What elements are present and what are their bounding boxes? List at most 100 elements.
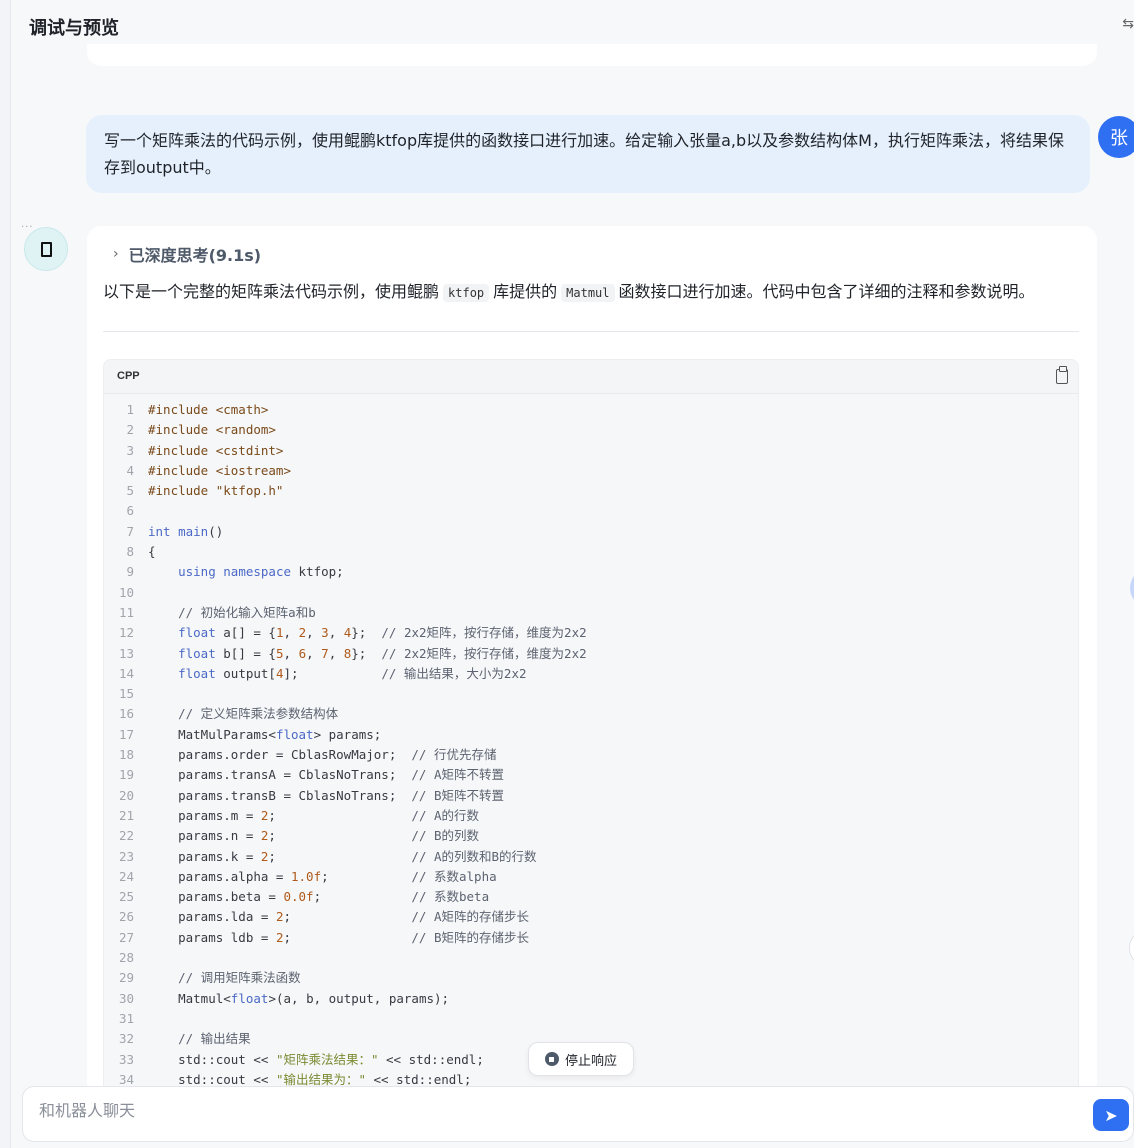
code-text: #include <random> bbox=[148, 422, 276, 438]
scroll-down-button[interactable] bbox=[1129, 928, 1134, 968]
thinking-toggle[interactable]: › 已深度思考(9.1s) bbox=[113, 242, 261, 266]
send-button[interactable]: ➤ bbox=[1093, 1099, 1129, 1131]
code-line: 21 params.m = 2; // A的行数 bbox=[104, 806, 1078, 826]
user-message-bubble: 写一个矩阵乘法的代码示例，使用鲲鹏ktfop库提供的函数接口进行加速。给定输入张… bbox=[86, 115, 1090, 193]
line-number: 33 bbox=[118, 1051, 134, 1067]
code-block: CPP 1 #include <cmath> 2 #include <random> 3… bbox=[103, 359, 1079, 1096]
line-number: 16 bbox=[118, 706, 134, 722]
code-line: 31 bbox=[104, 1009, 1078, 1029]
line-number: 19 bbox=[118, 767, 134, 783]
inline-code-ktfop: ktfop bbox=[443, 284, 490, 302]
code-line: 15 bbox=[104, 684, 1078, 704]
line-number: 7 bbox=[126, 523, 134, 539]
code-line: 19 params.transA = CblasNoTrans; // A矩阵不… bbox=[104, 765, 1078, 785]
code-text: // 调用矩阵乘法函数 bbox=[178, 970, 301, 986]
code-language-label: CPP bbox=[117, 370, 140, 382]
code-text: int main() bbox=[148, 523, 224, 539]
stop-response-button[interactable]: 停止响应 bbox=[528, 1042, 634, 1076]
code-text: MatMulParams<float> params; bbox=[148, 726, 382, 742]
code-line: 1 #include <cmath> bbox=[104, 400, 1078, 420]
code-text: std::cout << "矩阵乘法结果：" << std::endl; bbox=[148, 1051, 484, 1067]
line-number: 8 bbox=[126, 544, 134, 560]
line-number: 6 bbox=[126, 503, 134, 519]
stop-icon bbox=[544, 1052, 559, 1066]
intro-text-2: 库提供的 bbox=[493, 282, 558, 301]
code-text: float b[] = {5, 6, 7, 8}; // 2x2矩阵，按行存储，… bbox=[178, 645, 587, 661]
code-line: 5 #include "ktfop.h" bbox=[104, 481, 1078, 501]
code-line: 11 // 初始化输入矩阵a和b bbox=[104, 603, 1078, 623]
copy-icon[interactable] bbox=[1056, 366, 1068, 384]
previous-message-card bbox=[87, 44, 1097, 66]
code-text: #include <iostream> bbox=[148, 462, 291, 478]
code-text: #include <cstdint> bbox=[148, 442, 284, 458]
bot-glyph-icon bbox=[40, 241, 52, 257]
bot-message-card: › 已深度思考(9.1s) 以下是一个完整的矩阵乘法代码示例，使用鲲鹏 ktfop… bbox=[87, 226, 1097, 1096]
line-number: 15 bbox=[118, 686, 134, 702]
code-line: 3 #include <cstdint> bbox=[104, 441, 1078, 461]
code-text: params ldb = 2; // B矩阵的存储步长 bbox=[148, 929, 530, 945]
intro-text-1: 以下是一个完整的矩阵乘法代码示例，使用鲲鹏 bbox=[103, 282, 440, 301]
chat-input-bar: ➤ bbox=[22, 1086, 1134, 1142]
code-line: 7 int main() bbox=[104, 522, 1078, 542]
line-number: 1 bbox=[126, 402, 134, 417]
code-line: 29 // 调用矩阵乘法函数 bbox=[104, 968, 1078, 988]
line-number: 27 bbox=[118, 929, 134, 945]
code-text: params.n = 2; // B的列数 bbox=[148, 828, 480, 844]
code-line: 13 float b[] = {5, 6, 7, 8}; // 2x2矩阵，按行… bbox=[104, 644, 1078, 664]
code-text: #include "ktfop.h" bbox=[148, 483, 284, 499]
side-float-button[interactable] bbox=[1130, 568, 1134, 608]
line-number: 10 bbox=[118, 584, 134, 600]
code-line: 24 params.alpha = 1.0f; // 系数alpha bbox=[104, 867, 1078, 887]
code-text: params.transA = CblasNoTrans; // A矩阵不转置 bbox=[148, 767, 505, 783]
code-lines: 1 #include <cmath> 2 #include <random> 3 #inc… bbox=[104, 394, 1078, 1090]
code-line: 14 float output[4]; // 输出结果，大小为2x2 bbox=[104, 664, 1078, 684]
line-number: 18 bbox=[118, 747, 134, 763]
intro-text-3: 函数接口进行加速。代码中包含了详细的注释和参数说明。 bbox=[618, 282, 1035, 301]
chat-panel: 调试与预览 ⇆ 写一个矩阵乘法的代码示例，使用鲲鹏ktfop库提供的函数接口进行… bbox=[10, 0, 1134, 1148]
code-text: float a[] = {1, 2, 3, 4}; // 2x2矩阵，按行存储，… bbox=[178, 625, 587, 641]
code-text: params.transB = CblasNoTrans; // B矩阵不转置 bbox=[148, 787, 505, 803]
code-line: 18 params.order = CblasRowMajor; // 行优先存… bbox=[104, 745, 1078, 765]
code-line: 28 bbox=[104, 948, 1078, 968]
page-title: 调试与预览 bbox=[29, 18, 119, 39]
line-number: 12 bbox=[118, 625, 134, 641]
send-icon: ➤ bbox=[1104, 1105, 1118, 1125]
code-text: params.m = 2; // A的行数 bbox=[148, 807, 480, 823]
line-number: 26 bbox=[118, 909, 134, 925]
code-text: params.lda = 2; // A矩阵的存储步长 bbox=[148, 909, 530, 925]
line-number: 17 bbox=[118, 726, 134, 742]
code-line: 30 Matmul<float>(a, b, output, params); bbox=[104, 989, 1078, 1009]
code-text: using namespace ktfop; bbox=[178, 564, 344, 580]
code-text: params.k = 2; // A的列数和B的行数 bbox=[148, 848, 537, 864]
code-line: 16 // 定义矩阵乘法参数结构体 bbox=[104, 704, 1078, 724]
code-line: 22 params.n = 2; // B的列数 bbox=[104, 826, 1078, 846]
chevron-right-icon: › bbox=[113, 246, 119, 262]
line-number: 23 bbox=[118, 848, 134, 864]
divider bbox=[103, 331, 1079, 332]
inline-code-matmul: Matmul bbox=[561, 284, 615, 302]
code-text: params.beta = 0.0f; // 系数beta bbox=[148, 889, 490, 905]
code-line: 20 params.transB = CblasNoTrans; // B矩阵不… bbox=[104, 786, 1078, 806]
line-number: 20 bbox=[118, 787, 134, 803]
code-text: float output[4]; // 输出结果，大小为2x2 bbox=[178, 665, 527, 681]
chat-input[interactable] bbox=[39, 1103, 1039, 1121]
code-line: 25 params.beta = 0.0f; // 系数beta bbox=[104, 887, 1078, 907]
line-number: 25 bbox=[118, 889, 134, 905]
line-number: 30 bbox=[118, 990, 134, 1006]
code-text: { bbox=[148, 544, 156, 560]
thinking-label: 已深度思考(9.1s) bbox=[128, 246, 262, 265]
code-text: #include <cmath> bbox=[148, 402, 269, 417]
bot-avatar bbox=[24, 227, 68, 271]
answer-intro: 以下是一个完整的矩阵乘法代码示例，使用鲲鹏 ktfop 库提供的 Matmul 函数接口… bbox=[103, 281, 1035, 304]
collapse-icon[interactable]: ⇆ bbox=[1122, 16, 1134, 32]
code-block-header: CPP bbox=[104, 360, 1078, 394]
code-text: // 初始化输入矩阵a和b bbox=[178, 604, 316, 620]
line-number: 24 bbox=[118, 868, 134, 884]
stop-response-label: 停止响应 bbox=[564, 1053, 617, 1069]
code-text: // 定义矩阵乘法参数结构体 bbox=[178, 706, 339, 722]
code-line: 17 MatMulParams<float> params; bbox=[104, 725, 1078, 745]
line-number: 4 bbox=[126, 462, 134, 478]
code-text: params.alpha = 1.0f; // 系数alpha bbox=[148, 868, 497, 884]
code-line: 6 bbox=[104, 501, 1078, 521]
code-line: 2 #include <random> bbox=[104, 420, 1078, 440]
